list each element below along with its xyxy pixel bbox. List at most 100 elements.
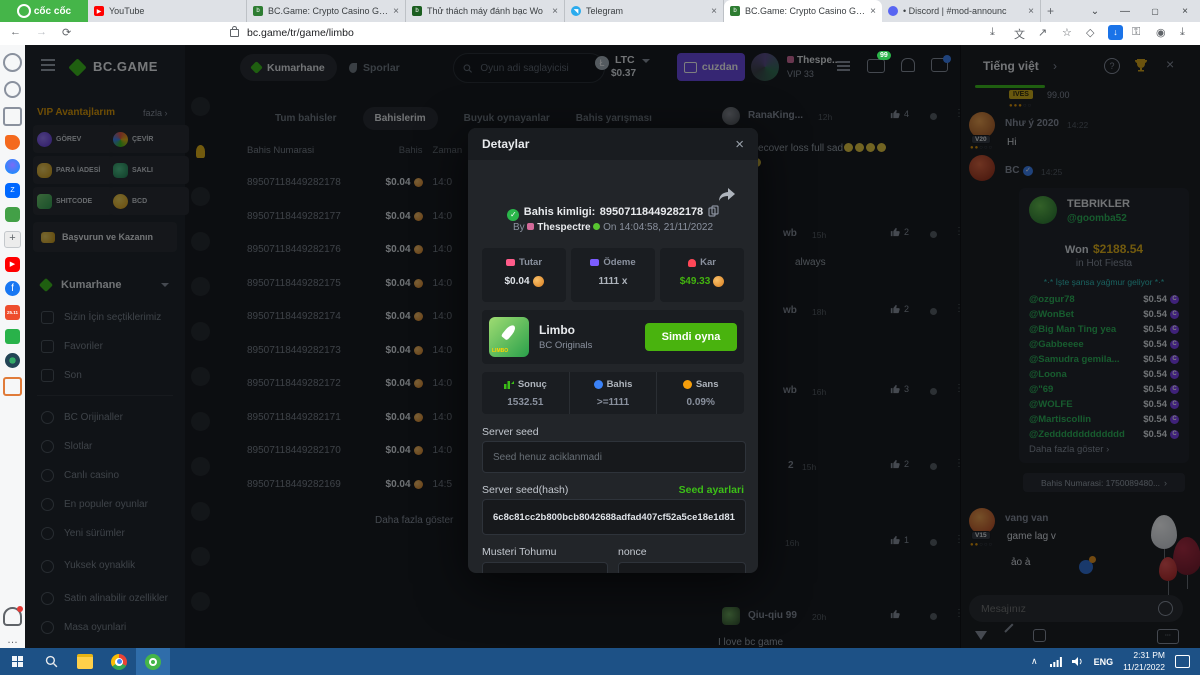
close-modal-icon[interactable]: × bbox=[735, 136, 744, 153]
server-seed-hash-input[interactable] bbox=[483, 500, 745, 534]
clock[interactable]: 2:31 PM 11/21/2022 bbox=[1123, 650, 1165, 672]
server-seed-input[interactable] bbox=[483, 442, 745, 472]
new-tab-button[interactable]: + bbox=[1041, 0, 1079, 22]
result-stats-box: Sonuç 1532.51 Bahis >=1111 Sans 0.09% bbox=[482, 372, 744, 414]
network-icon[interactable] bbox=[1050, 657, 1062, 667]
forward-icon[interactable]: → bbox=[36, 26, 47, 38]
shield-icon[interactable]: ◇ bbox=[1086, 26, 1094, 39]
close-tab-icon[interactable]: × bbox=[393, 6, 399, 17]
coccoc-side-rail: Z + ▶ f 25.11 … bbox=[0, 45, 26, 656]
stat-amount: Tutar $0.04 bbox=[482, 248, 566, 302]
shopee-sale-icon[interactable]: 25.11 bbox=[5, 305, 20, 320]
discord-favicon bbox=[888, 6, 898, 16]
chrome-icon[interactable] bbox=[102, 648, 136, 675]
close-window-button[interactable]: × bbox=[1170, 6, 1200, 17]
client-seed-field bbox=[482, 562, 608, 573]
play-now-button[interactable]: Simdi oyna bbox=[645, 323, 737, 351]
speaker-icon[interactable] bbox=[1072, 656, 1084, 667]
save-page-icon[interactable]: ⤓ bbox=[990, 26, 995, 39]
action-center-icon[interactable] bbox=[1175, 655, 1190, 668]
game-name: Limbo bbox=[539, 323, 635, 337]
server-seed-hash-field bbox=[482, 499, 746, 535]
hot-trending-icon[interactable] bbox=[5, 135, 20, 150]
tab-slot-video[interactable]: b Thử thách máy đánh bạc Wo × bbox=[406, 0, 565, 22]
youtube-icon[interactable]: ▶ bbox=[5, 257, 20, 272]
doge-coin-icon bbox=[533, 276, 544, 287]
stat-chance: Sans 0.09% bbox=[656, 372, 744, 414]
coccoc-taskbar-icon[interactable] bbox=[136, 648, 170, 675]
settings-gear-icon[interactable] bbox=[3, 53, 22, 72]
bcgame-favicon: b bbox=[730, 6, 740, 16]
language-indicator[interactable]: ENG bbox=[1094, 657, 1114, 667]
seed-settings-link[interactable]: Seed ayarlari bbox=[679, 484, 744, 496]
share-icon[interactable]: ↗ bbox=[1038, 26, 1047, 39]
history-icon[interactable] bbox=[4, 81, 21, 98]
tab-bcgame-active[interactable]: b BC.Game: Crypto Casino Gam × bbox=[724, 0, 882, 22]
limbo-thumbnail: LIMBO bbox=[489, 317, 529, 357]
facebook-icon[interactable]: f bbox=[5, 281, 20, 296]
cart-icon[interactable] bbox=[3, 377, 22, 396]
back-icon[interactable]: ← bbox=[10, 26, 21, 38]
reload-icon[interactable]: ⟳ bbox=[62, 26, 71, 39]
client-seed-label: Musteri Tohumu bbox=[482, 546, 557, 558]
tab-search-icon[interactable]: ⌄ bbox=[1080, 6, 1110, 17]
player-name[interactable]: Thespectre bbox=[537, 222, 590, 233]
taskbar-search-icon[interactable] bbox=[34, 648, 68, 675]
tab-bcgame-1[interactable]: b BC.Game: Crypto Casino Gam × bbox=[247, 0, 406, 22]
verified-check-icon: ✓ bbox=[507, 209, 519, 221]
start-button[interactable] bbox=[0, 648, 34, 675]
news-feed-icon[interactable] bbox=[3, 107, 22, 126]
show-hidden-icons[interactable]: ∧ bbox=[1031, 656, 1038, 667]
downloads-tray-icon[interactable]: ⤓ bbox=[1180, 26, 1185, 39]
nonce-field bbox=[618, 562, 746, 573]
tab-discord[interactable]: • Discord | #mod-announc × bbox=[882, 0, 1041, 22]
add-shortcut-icon[interactable]: + bbox=[4, 231, 21, 248]
games-icon[interactable] bbox=[5, 207, 20, 222]
pinterest-icon[interactable] bbox=[5, 353, 20, 368]
bet-details-modal: Detaylar × ✓ Bahis kimligi: 895071184492… bbox=[468, 128, 758, 573]
bet-by-row: By Thespectre On 14:04:58, 21/11/2022 bbox=[468, 222, 758, 233]
messenger-icon[interactable] bbox=[5, 159, 20, 174]
payout-icon bbox=[590, 259, 599, 266]
nonce-input[interactable] bbox=[619, 563, 745, 573]
tab-youtube[interactable]: ▶ YouTube bbox=[88, 0, 247, 22]
url-text[interactable]: bc.game/tr/game/limbo bbox=[247, 27, 354, 39]
close-tab-icon[interactable]: × bbox=[552, 6, 558, 17]
download-icon[interactable]: ↓ bbox=[1108, 25, 1123, 40]
zalo-icon[interactable]: Z bbox=[5, 183, 20, 198]
browser-url-bar: ← → ⟳ bc.game/tr/game/limbo ⤓ 文 ↗ ☆ ◇ ↓ … bbox=[0, 22, 1200, 46]
nonce-label: nonce bbox=[618, 546, 647, 558]
tab-telegram[interactable]: ◥ Telegram × bbox=[565, 0, 724, 22]
result-chart-icon bbox=[504, 380, 514, 389]
amount-icon bbox=[506, 259, 515, 266]
close-tab-icon[interactable]: × bbox=[1028, 6, 1034, 17]
share-bet-icon[interactable] bbox=[718, 188, 735, 202]
doge-coin-icon bbox=[713, 276, 724, 287]
extensions-icon[interactable]: ⚿ bbox=[1132, 26, 1140, 39]
close-tab-icon[interactable]: × bbox=[870, 6, 876, 17]
tiki-icon[interactable] bbox=[5, 329, 20, 344]
minimize-button[interactable]: — bbox=[1110, 6, 1140, 17]
coccoc-logo-icon bbox=[17, 4, 31, 18]
copy-icon[interactable] bbox=[708, 205, 719, 217]
bet-datetime: 14:04:58, 21/11/2022 bbox=[619, 222, 713, 233]
youtube-favicon: ▶ bbox=[94, 6, 104, 16]
browser-tab-strip: cốc cốc ▶ YouTube b BC.Game: Crypto Casi… bbox=[0, 0, 1200, 22]
notifications-bell-icon[interactable] bbox=[3, 607, 22, 626]
translate-icon[interactable]: 文 bbox=[1014, 26, 1025, 42]
bcgame-favicon: b bbox=[253, 6, 263, 16]
lock-icon[interactable] bbox=[230, 29, 239, 37]
client-seed-input[interactable] bbox=[483, 563, 607, 573]
bookmark-star-icon[interactable]: ☆ bbox=[1062, 26, 1072, 39]
game-card[interactable]: LIMBO Limbo BC Originals Simdi oyna bbox=[482, 310, 744, 364]
rocket-icon bbox=[501, 323, 517, 340]
file-explorer-icon[interactable] bbox=[68, 648, 102, 675]
coccoc-brand[interactable]: cốc cốc bbox=[0, 0, 88, 22]
game-provider: BC Originals bbox=[539, 340, 635, 351]
profile-icon[interactable]: ◉ bbox=[1156, 26, 1166, 39]
close-tab-icon[interactable]: × bbox=[711, 6, 717, 17]
maximize-button[interactable]: ▢ bbox=[1140, 7, 1170, 16]
chance-icon bbox=[683, 380, 692, 389]
bet-id-row: ✓ Bahis kimligi: 89507118449282178 bbox=[468, 202, 758, 221]
server-seed-field bbox=[482, 441, 746, 473]
